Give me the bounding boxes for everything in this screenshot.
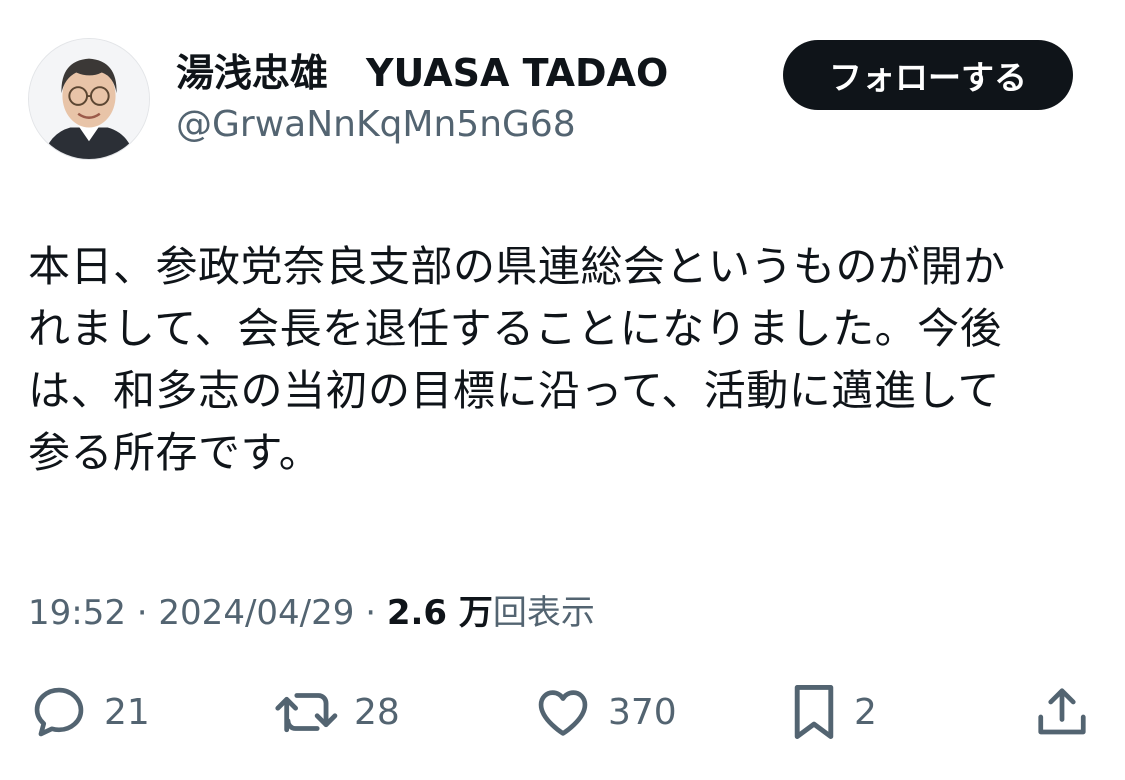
tweet-header: 湯浅忠雄 YUASA TADAO @GrwaNnKqMn5nG68 フォローする — [0, 0, 1125, 180]
tweet-date[interactable]: 2024/04/29 — [158, 593, 354, 633]
bookmark-icon — [794, 685, 834, 739]
reply-button[interactable]: 21 — [28, 680, 150, 744]
retweet-count: 28 — [354, 691, 400, 733]
display-name[interactable]: 湯浅忠雄 YUASA TADAO — [176, 50, 668, 96]
like-count: 370 — [608, 691, 677, 733]
share-icon — [1038, 688, 1086, 735]
bookmark-button[interactable]: 2 — [788, 680, 877, 744]
avatar[interactable] — [28, 38, 150, 160]
like-button[interactable]: 370 — [532, 680, 677, 744]
retweet-button[interactable]: 28 — [274, 680, 400, 744]
tweet-text: 本日、参政党奈良支部の県連総会というものが開か れまして、会長を退任することにな… — [28, 236, 1088, 484]
avatar-image — [29, 39, 149, 159]
user-handle[interactable]: @GrwaNnKqMn5nG68 — [176, 102, 576, 148]
follow-button[interactable]: フォローする — [783, 40, 1073, 110]
reply-count: 21 — [104, 691, 150, 733]
tweet-text-line: れまして、会長を退任することになりました。今後 — [28, 304, 1003, 353]
views-label: 回表示 — [492, 593, 595, 633]
views-count[interactable]: 2.6 万 — [387, 593, 493, 633]
tweet-text-line: 参る所存です。 — [28, 428, 322, 477]
share-button[interactable] — [1032, 680, 1092, 744]
tweet-text-line: 本日、参政党奈良支部の県連総会というものが開か — [28, 242, 1006, 291]
heart-icon — [538, 690, 588, 736]
meta-separator: · — [136, 593, 159, 633]
retweet-icon — [275, 693, 338, 733]
tweet-meta: 19:52 · 2024/04/29 · 2.6 万回表示 — [28, 590, 595, 636]
tweet-time[interactable]: 19:52 — [28, 593, 126, 633]
bookmark-count: 2 — [854, 691, 877, 733]
meta-separator: · — [365, 593, 387, 633]
tweet-text-line: は、和多志の当初の目標に沿って、活動に邁進して — [28, 366, 1001, 415]
action-bar: 21 28 370 2 — [0, 680, 1125, 750]
reply-icon — [34, 687, 84, 737]
